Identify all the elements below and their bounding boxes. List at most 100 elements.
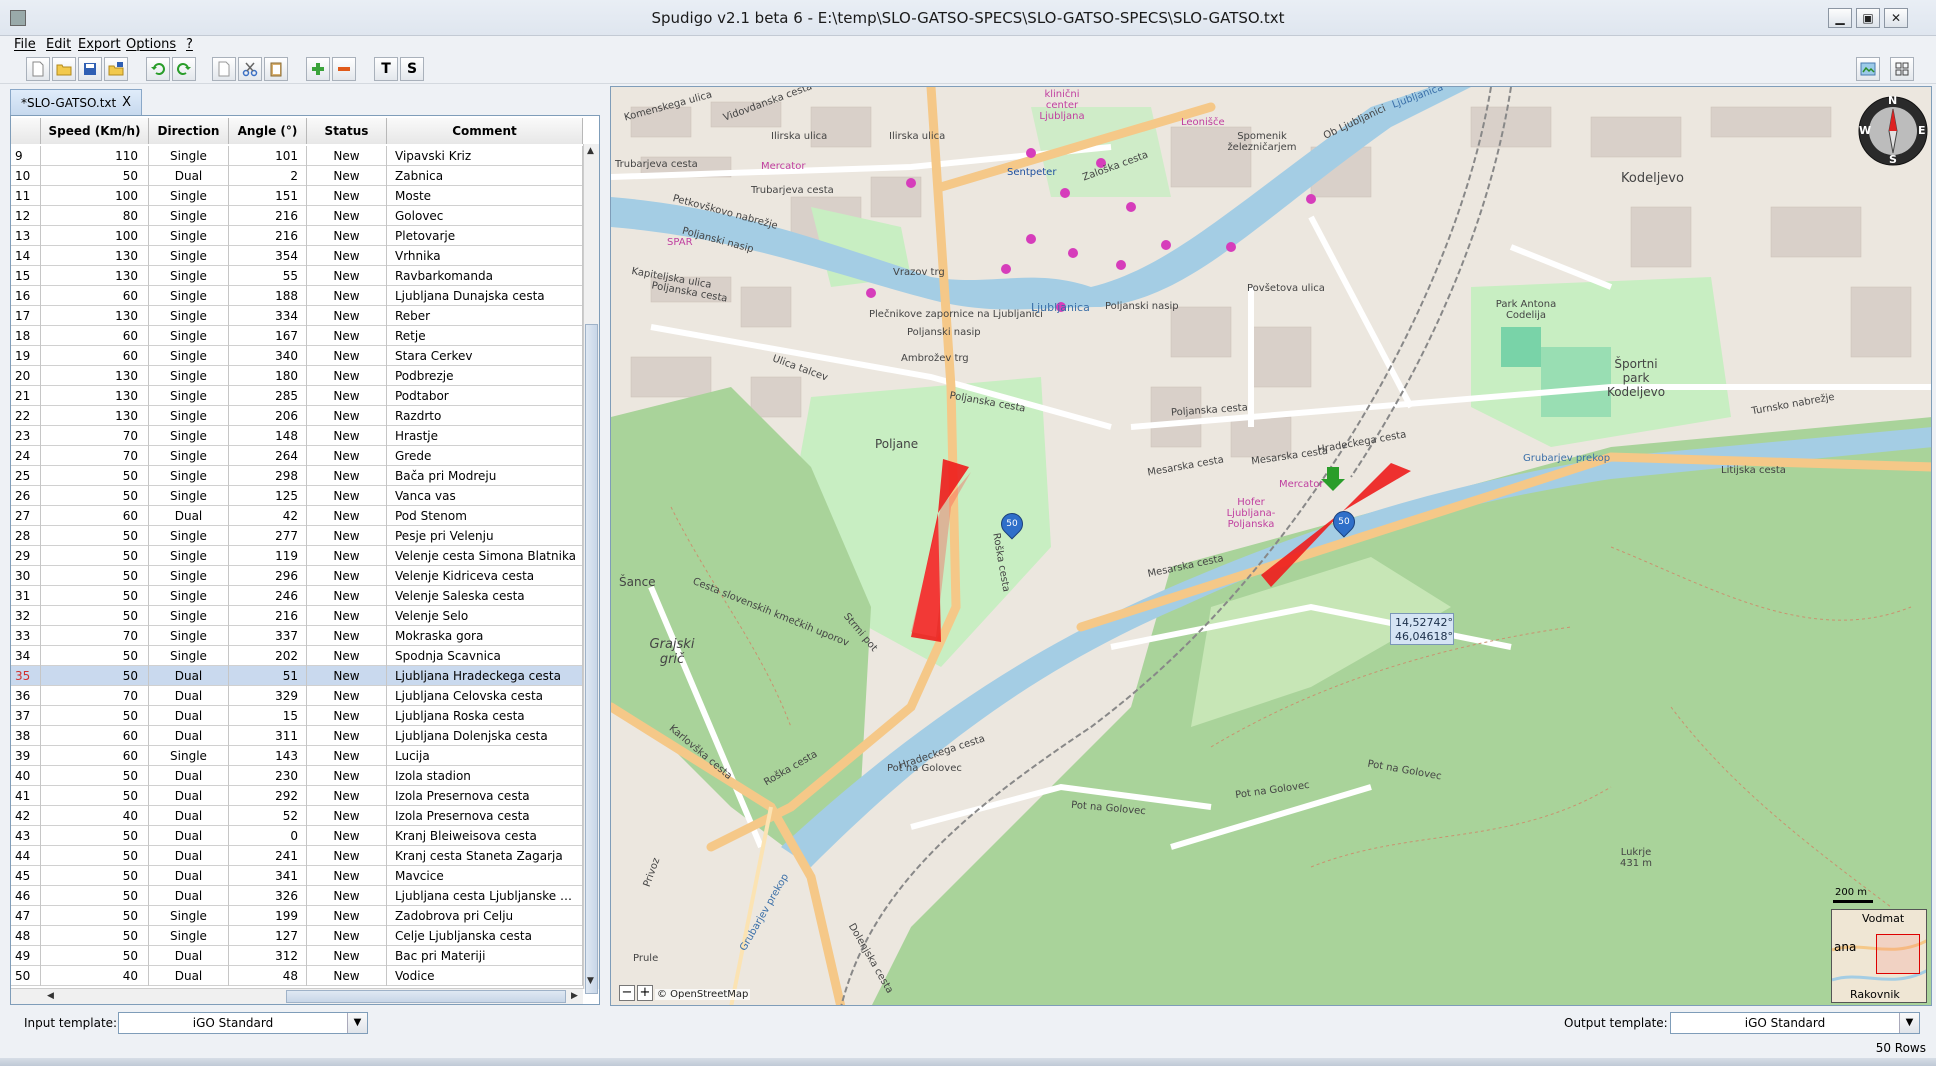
status-cell[interactable]: New	[307, 706, 387, 726]
angle-cell[interactable]: 230	[229, 766, 307, 786]
comment-cell[interactable]: Reber	[387, 306, 583, 326]
row-index[interactable]: 40	[11, 766, 41, 786]
row-index[interactable]: 24	[11, 446, 41, 466]
angle-cell[interactable]: 354	[229, 246, 307, 266]
angle-cell[interactable]: 2	[229, 166, 307, 186]
paste-button[interactable]	[264, 57, 288, 81]
comment-cell[interactable]: Ljubljana Dunajska cesta	[387, 286, 583, 306]
speed-cell[interactable]: 60	[41, 746, 149, 766]
direction-cell[interactable]: Dual	[149, 166, 229, 186]
speed-cell[interactable]: 60	[41, 726, 149, 746]
row-index[interactable]: 48	[11, 926, 41, 946]
comment-cell[interactable]: Izola Presernova cesta	[387, 786, 583, 806]
comment-cell[interactable]: Vanca vas	[387, 486, 583, 506]
speed-cell[interactable]: 40	[41, 806, 149, 826]
add-row-button[interactable]	[306, 57, 330, 81]
comment-cell[interactable]: Retje	[387, 326, 583, 346]
comment-cell[interactable]: Pesje pri Velenju	[387, 526, 583, 546]
direction-cell[interactable]: Dual	[149, 946, 229, 966]
compass-rose[interactable]: N S E W	[1857, 94, 1929, 167]
speed-cell[interactable]: 50	[41, 906, 149, 926]
direction-cell[interactable]: Single	[149, 366, 229, 386]
direction-cell[interactable]: Single	[149, 266, 229, 286]
speed-cell[interactable]: 50	[41, 606, 149, 626]
chevron-down-icon[interactable]: ▼	[347, 1013, 367, 1033]
row-index[interactable]: 9	[11, 146, 41, 166]
save-as-button[interactable]	[104, 57, 128, 81]
angle-cell[interactable]: 341	[229, 866, 307, 886]
comment-cell[interactable]: Izola stadion	[387, 766, 583, 786]
direction-cell[interactable]: Dual	[149, 766, 229, 786]
direction-cell[interactable]: Single	[149, 586, 229, 606]
direction-cell[interactable]: Single	[149, 326, 229, 346]
speed-cell[interactable]: 50	[41, 886, 149, 906]
direction-cell[interactable]: Dual	[149, 686, 229, 706]
status-cell[interactable]: New	[307, 466, 387, 486]
table-row[interactable]: 42 40 Dual 52 New Izola Presernova cesta	[11, 806, 583, 826]
speed-cell[interactable]: 40	[41, 966, 149, 986]
direction-cell[interactable]: Single	[149, 906, 229, 926]
comment-cell[interactable]: Pletovarje	[387, 226, 583, 246]
direction-cell[interactable]: Dual	[149, 786, 229, 806]
direction-cell[interactable]: Dual	[149, 666, 229, 686]
input-template-select[interactable]: iGO Standard ▼	[118, 1012, 368, 1034]
row-index[interactable]: 36	[11, 686, 41, 706]
row-index[interactable]: 27	[11, 506, 41, 526]
status-cell[interactable]: New	[307, 746, 387, 766]
angle-cell[interactable]: 311	[229, 726, 307, 746]
direction-cell[interactable]: Single	[149, 146, 229, 166]
angle-cell[interactable]: 241	[229, 846, 307, 866]
close-tab-icon[interactable]: X	[122, 95, 131, 110]
direction-cell[interactable]: Single	[149, 626, 229, 646]
angle-cell[interactable]: 199	[229, 906, 307, 926]
menu-options[interactable]: Options	[126, 37, 176, 52]
speed-cell[interactable]: 50	[41, 646, 149, 666]
angle-cell[interactable]: 143	[229, 746, 307, 766]
direction-cell[interactable]: Single	[149, 606, 229, 626]
comment-cell[interactable]: Moste	[387, 186, 583, 206]
comment-cell[interactable]: Izola Presernova cesta	[387, 806, 583, 826]
table-row[interactable]: 43 50 Dual 0 New Kranj Bleiweisova cesta	[11, 826, 583, 846]
angle-cell[interactable]: 216	[229, 206, 307, 226]
column-header-angle[interactable]: Angle (°)	[229, 118, 307, 144]
row-index[interactable]: 22	[11, 406, 41, 426]
direction-cell[interactable]: Single	[149, 226, 229, 246]
map-canvas[interactable]	[611, 87, 1932, 1006]
table-row[interactable]: 25 50 Single 298 New Bača pri Modreju	[11, 466, 583, 486]
table-row[interactable]: 28 50 Single 277 New Pesje pri Velenju	[11, 526, 583, 546]
row-index[interactable]: 15	[11, 266, 41, 286]
comment-cell[interactable]: Ljubljana Hradeckega cesta	[387, 666, 583, 686]
row-index[interactable]: 39	[11, 746, 41, 766]
table-row[interactable]: 38 60 Dual 311 New Ljubljana Dolenjska cesta	[11, 726, 583, 746]
speed-cell[interactable]: 50	[41, 466, 149, 486]
status-cell[interactable]: New	[307, 506, 387, 526]
row-index[interactable]: 10	[11, 166, 41, 186]
status-cell[interactable]: New	[307, 926, 387, 946]
status-cell[interactable]: New	[307, 166, 387, 186]
angle-cell[interactable]: 206	[229, 406, 307, 426]
direction-cell[interactable]: Single	[149, 426, 229, 446]
table-row[interactable]: 39 60 Single 143 New Lucija	[11, 746, 583, 766]
table-row[interactable]: 33 70 Single 337 New Mokraska gora	[11, 626, 583, 646]
speed-cell[interactable]: 50	[41, 666, 149, 686]
map-view-button[interactable]	[1856, 57, 1880, 81]
column-header-index[interactable]	[11, 118, 41, 144]
direction-cell[interactable]: Single	[149, 446, 229, 466]
table-row[interactable]: 30 50 Single 296 New Velenje Kidriceva cesta	[11, 566, 583, 586]
direction-cell[interactable]: Dual	[149, 866, 229, 886]
table-row[interactable]: 50 40 Dual 48 New Vodice	[11, 966, 583, 986]
row-index[interactable]: 16	[11, 286, 41, 306]
table-row[interactable]: 27 60 Dual 42 New Pod Stenom	[11, 506, 583, 526]
speed-cell[interactable]: 70	[41, 426, 149, 446]
speed-cell[interactable]: 70	[41, 446, 149, 466]
table-row[interactable]: 22 130 Single 206 New Razdrto	[11, 406, 583, 426]
table-row[interactable]: 47 50 Single 199 New Zadobrova pri Celju	[11, 906, 583, 926]
row-index[interactable]: 50	[11, 966, 41, 986]
table-row[interactable]: 34 50 Single 202 New Spodnja Scavnica	[11, 646, 583, 666]
angle-cell[interactable]: 127	[229, 926, 307, 946]
overview-minimap[interactable]: Vodmat ana Rakovnik	[1831, 909, 1927, 1003]
speed-cell[interactable]: 70	[41, 686, 149, 706]
angle-cell[interactable]: 55	[229, 266, 307, 286]
comment-cell[interactable]: Vipavski Kriz	[387, 146, 583, 166]
row-index[interactable]: 25	[11, 466, 41, 486]
